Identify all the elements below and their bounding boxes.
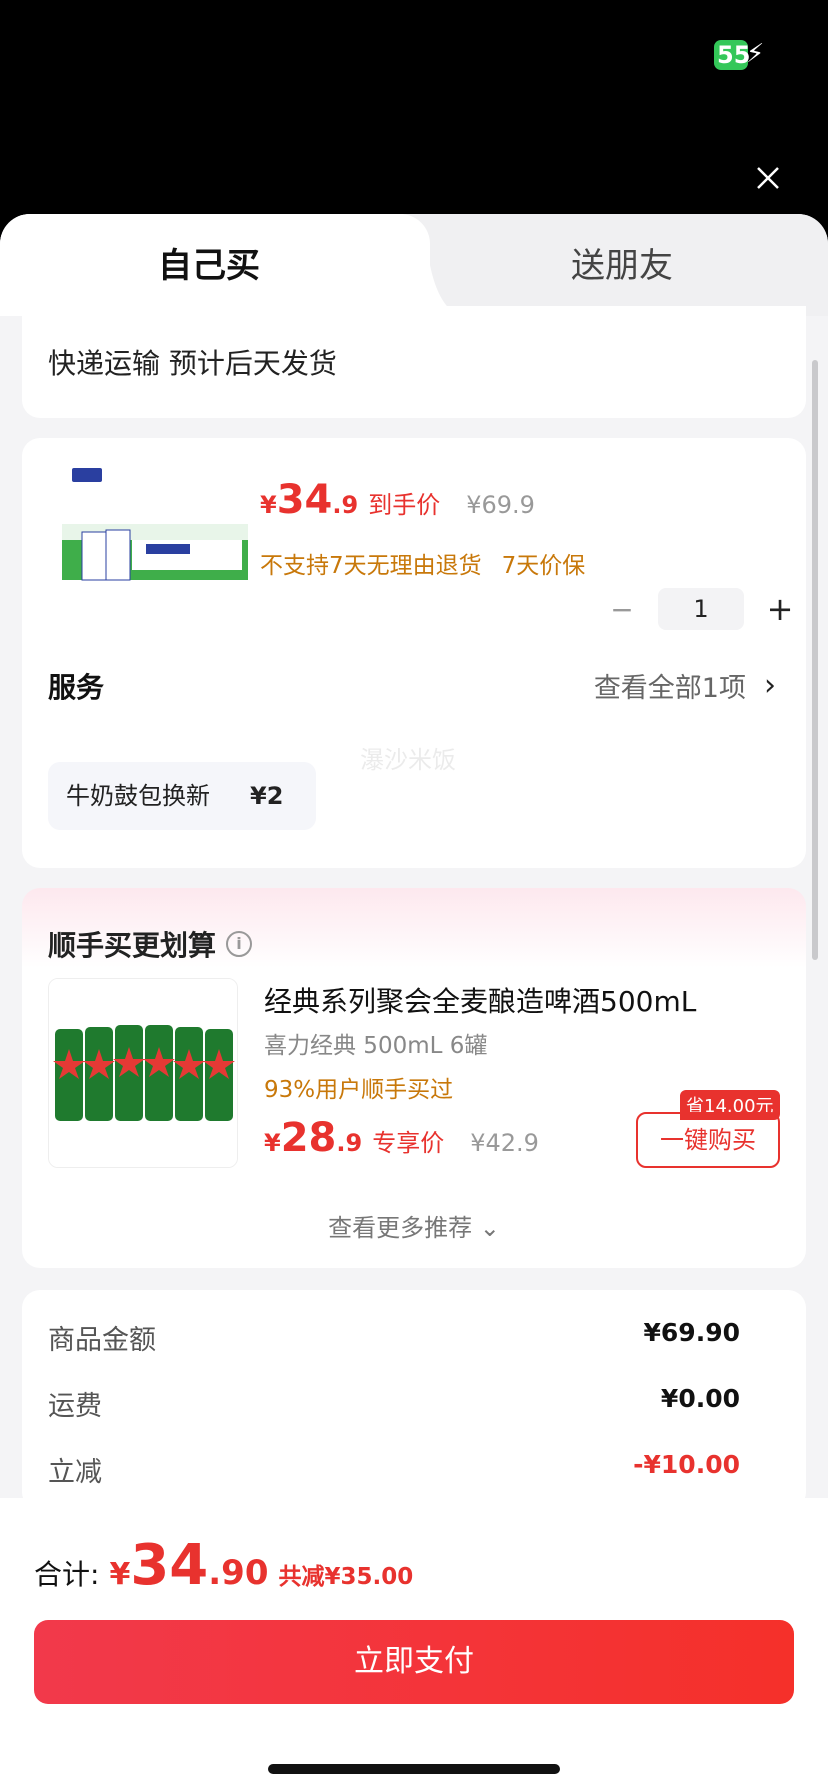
purchase-tabs: 自己买 送朋友 (0, 214, 828, 316)
no-return-notice: 不支持7天无理由退货 (260, 553, 482, 579)
tab-self[interactable]: 自己买 (158, 246, 260, 286)
service-view-all[interactable]: 查看全部1项 › (594, 666, 776, 705)
recommendation-image[interactable] (48, 978, 238, 1168)
recommendation-name[interactable]: 经典系列聚会全麦酿造啤酒500mL (264, 980, 696, 1020)
recommendation-spec: 喜力经典 500mL 6罐 (264, 1033, 488, 1059)
price-integer: 28 (280, 1115, 337, 1161)
currency-symbol: ¥ (260, 491, 277, 519)
shipping-text: 快递运输 预计后天发货 (48, 347, 337, 380)
pay-now-button[interactable]: 立即支付 (34, 1620, 794, 1704)
total-amount: 合计: ¥ 34 .90 共减¥35.00 (34, 1538, 413, 1594)
service-title: 服务 (48, 671, 105, 704)
decrease-button[interactable]: − (602, 593, 642, 626)
recommendation-title: 顺手买更划算 i (48, 924, 253, 964)
battery-indicator: 55 (714, 40, 750, 70)
total-label: 合计: (34, 1558, 100, 1591)
currency-symbol: ¥ (264, 1129, 281, 1157)
status-bar: 55 ⚡ (0, 0, 828, 110)
checkout-bar: 合计: ¥ 34 .90 共减¥35.00 立即支付 (0, 1498, 828, 1792)
summary-row: 立减 -¥10.00 (48, 1450, 740, 1489)
service-chip-price: ¥2 (250, 782, 284, 810)
one-click-buy-button[interactable]: 一键购买 (636, 1112, 780, 1168)
chevron-right-icon: › (764, 668, 776, 703)
scrollbar[interactable] (812, 360, 818, 960)
quantity-input[interactable]: 1 (658, 588, 744, 630)
price-decimal: .9 (336, 1129, 363, 1157)
checkout-content: 快递运输 预计后天发货 ¥ 34 .9 到手价 ¥69.9 不支持7天无理由退货… (0, 306, 828, 1510)
service-view-all-label: 查看全部1项 (593, 673, 746, 704)
return-policy-notice: 不支持7天无理由退货 7天价保 (260, 546, 585, 580)
total-currency: ¥ (109, 1557, 131, 1592)
recommendation-title-text: 顺手买更划算 (48, 929, 217, 962)
tab-friend[interactable]: 送朋友 (571, 246, 673, 286)
service-chip[interactable]: 牛奶鼓包换新 ¥2 (48, 762, 316, 830)
charging-icon: ⚡ (746, 39, 765, 69)
watermark: 瀑沙米饭 (360, 746, 456, 774)
price-summary-card: 商品金额 ¥69.90 运费 ¥0.00 立减 -¥10.00 (22, 1290, 806, 1510)
price-tag: 到手价 (368, 491, 441, 519)
product-card: ¥ 34 .9 到手价 ¥69.9 不支持7天无理由退货 7天价保 − 1 + 服… (22, 438, 806, 868)
original-price: ¥69.9 (466, 491, 535, 519)
info-icon[interactable]: i (226, 931, 253, 957)
summary-value: -¥10.00 (633, 1450, 740, 1479)
total-decimal: .90 (208, 1553, 269, 1593)
summary-label: 运费 (48, 1391, 102, 1422)
summary-row: 运费 ¥0.00 (48, 1384, 740, 1423)
product-price: ¥ 34 .9 到手价 ¥69.9 (260, 480, 535, 520)
summary-label: 立减 (48, 1457, 102, 1488)
total-saved: 共减¥35.00 (278, 1564, 414, 1590)
summary-label: 商品金额 (48, 1325, 156, 1356)
product-image[interactable] (62, 468, 252, 608)
price-decimal: .9 (332, 491, 359, 519)
recommendation-rate: 93%用户顺手买过 (264, 1077, 454, 1103)
price-tag: 专享价 (372, 1129, 445, 1157)
shipping-card: 快递运输 预计后天发货 (22, 306, 806, 418)
price-integer: 34 (276, 477, 333, 523)
recommendation-card: 顺手买更划算 i 经典系列聚会全麦酿造啤酒500mL 喜力经典 500mL 6罐… (22, 888, 806, 1268)
summary-value: ¥69.90 (643, 1318, 740, 1347)
recommendation-price: ¥ 28 .9 专享价 ¥42.9 (264, 1118, 539, 1158)
summary-row: 商品金额 ¥69.90 (48, 1318, 740, 1357)
close-icon (757, 167, 779, 189)
close-button[interactable] (752, 162, 784, 194)
chevron-down-icon: ⌄ (479, 1214, 500, 1242)
more-recommendations-label: 查看更多推荐 (328, 1214, 473, 1242)
increase-button[interactable]: + (760, 590, 800, 628)
home-indicator (268, 1764, 560, 1774)
summary-value: ¥0.00 (660, 1384, 740, 1413)
price-protect-notice: 7天价保 (501, 553, 586, 579)
original-price: ¥42.9 (470, 1129, 539, 1157)
service-chip-label: 牛奶鼓包换新 (66, 782, 210, 810)
more-recommendations[interactable]: 查看更多推荐 ⌄ (22, 1208, 806, 1243)
total-integer: 34 (130, 1533, 209, 1598)
quantity-stepper: − 1 + (602, 588, 800, 630)
